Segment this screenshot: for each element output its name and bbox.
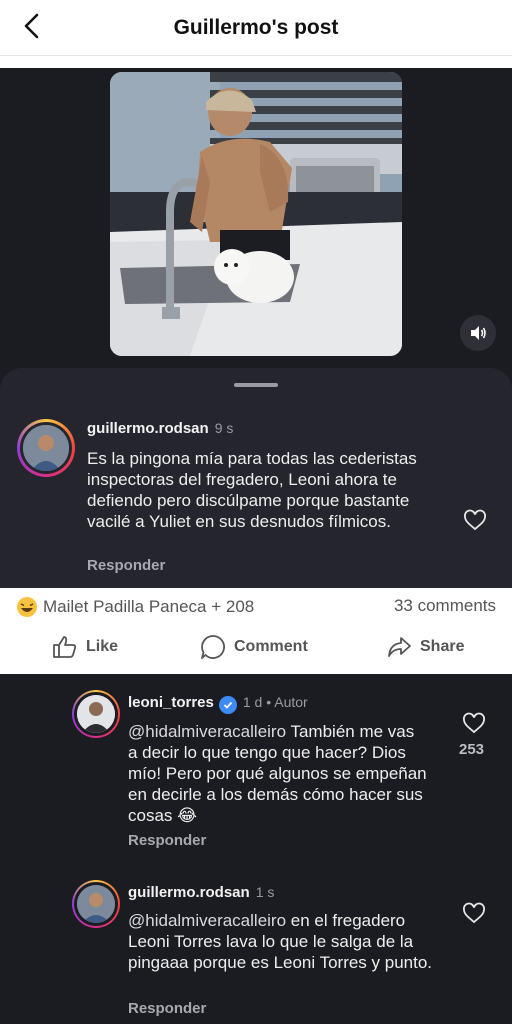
avatar[interactable]	[17, 419, 75, 477]
mention-link[interactable]: @hidalmiveracalleiro	[128, 911, 286, 930]
reply-button[interactable]: Responder	[128, 832, 206, 849]
speaker-icon	[471, 326, 486, 340]
like-button[interactable]: Like	[52, 632, 118, 662]
heart-outline-icon[interactable]	[462, 712, 486, 736]
page-title: Guillermo's post	[173, 15, 339, 39]
reply-header: leoni_torres 1 d • Autor	[128, 694, 308, 714]
avatar[interactable]	[72, 880, 120, 928]
verified-badge-icon	[218, 696, 237, 714]
post-media-area: guillermo.rodsan 9 s Es la pingona mía pa…	[0, 68, 512, 588]
comment-label: Comment	[234, 638, 308, 655]
chevron-left-icon	[24, 13, 39, 39]
reply-text: @hidalmiveracalleiro También me vas a de…	[128, 721, 428, 826]
comment-username[interactable]: guillermo.rodsan	[87, 420, 209, 437]
like-count: 253	[459, 741, 485, 758]
post-header: Guillermo's post	[0, 0, 512, 56]
photo-illustration	[110, 72, 402, 356]
comment-text: Es la pingona mía para todas las cederis…	[87, 449, 417, 531]
reply-header: guillermo.rodsan 1 s	[128, 884, 274, 901]
back-button[interactable]	[18, 12, 46, 40]
reactions-text: Mailet Padilla Paneca + 208	[43, 597, 255, 616]
post-actions-bar: Mailet Padilla Paneca + 208 33 comments …	[0, 588, 512, 674]
reply-username[interactable]: guillermo.rodsan	[128, 884, 250, 901]
reply-username[interactable]: leoni_torres	[128, 694, 214, 711]
laughing-emoji-icon	[17, 597, 37, 617]
reply-button[interactable]: Responder	[87, 557, 165, 574]
comment-bubble-icon	[201, 635, 225, 659]
sheet-drag-handle[interactable]	[234, 383, 278, 387]
avatar-image	[77, 885, 115, 923]
post-photo[interactable]	[110, 72, 402, 356]
reply-text: @hidalmiveracalleiro en el fregadero Leo…	[128, 910, 438, 973]
comment-header: guillermo.rodsan 9 s	[87, 420, 233, 438]
comment-time: 9 s	[214, 420, 234, 436]
reactions-summary[interactable]: Mailet Padilla Paneca + 208	[16, 596, 254, 618]
avatar[interactable]	[72, 690, 120, 738]
like-label: Like	[86, 638, 119, 655]
share-arrow-icon	[388, 637, 411, 657]
comment-button[interactable]: Comment	[200, 632, 308, 662]
share-button[interactable]: Share	[386, 632, 464, 662]
reply-meta: 1 s	[255, 884, 275, 900]
share-label: Share	[420, 638, 465, 655]
comments-count[interactable]: 33 comments	[394, 596, 496, 616]
heart-outline-icon[interactable]	[462, 902, 486, 926]
avatar-image	[77, 695, 115, 733]
thumbs-up-icon	[53, 636, 77, 658]
replies-list: leoni_torres 1 d • Autor @hidalmiveracall…	[0, 674, 512, 1024]
mute-button[interactable]	[460, 315, 496, 351]
action-row: Like Comment Share	[0, 632, 512, 672]
reply-meta: 1 d • Autor	[242, 694, 308, 710]
avatar-image	[23, 425, 69, 471]
reply-button[interactable]: Responder	[128, 1000, 206, 1017]
heart-outline-icon[interactable]	[463, 509, 487, 533]
mention-link[interactable]: @hidalmiveracalleiro	[128, 722, 286, 741]
comment-sheet: guillermo.rodsan 9 s Es la pingona mía pa…	[0, 368, 512, 588]
